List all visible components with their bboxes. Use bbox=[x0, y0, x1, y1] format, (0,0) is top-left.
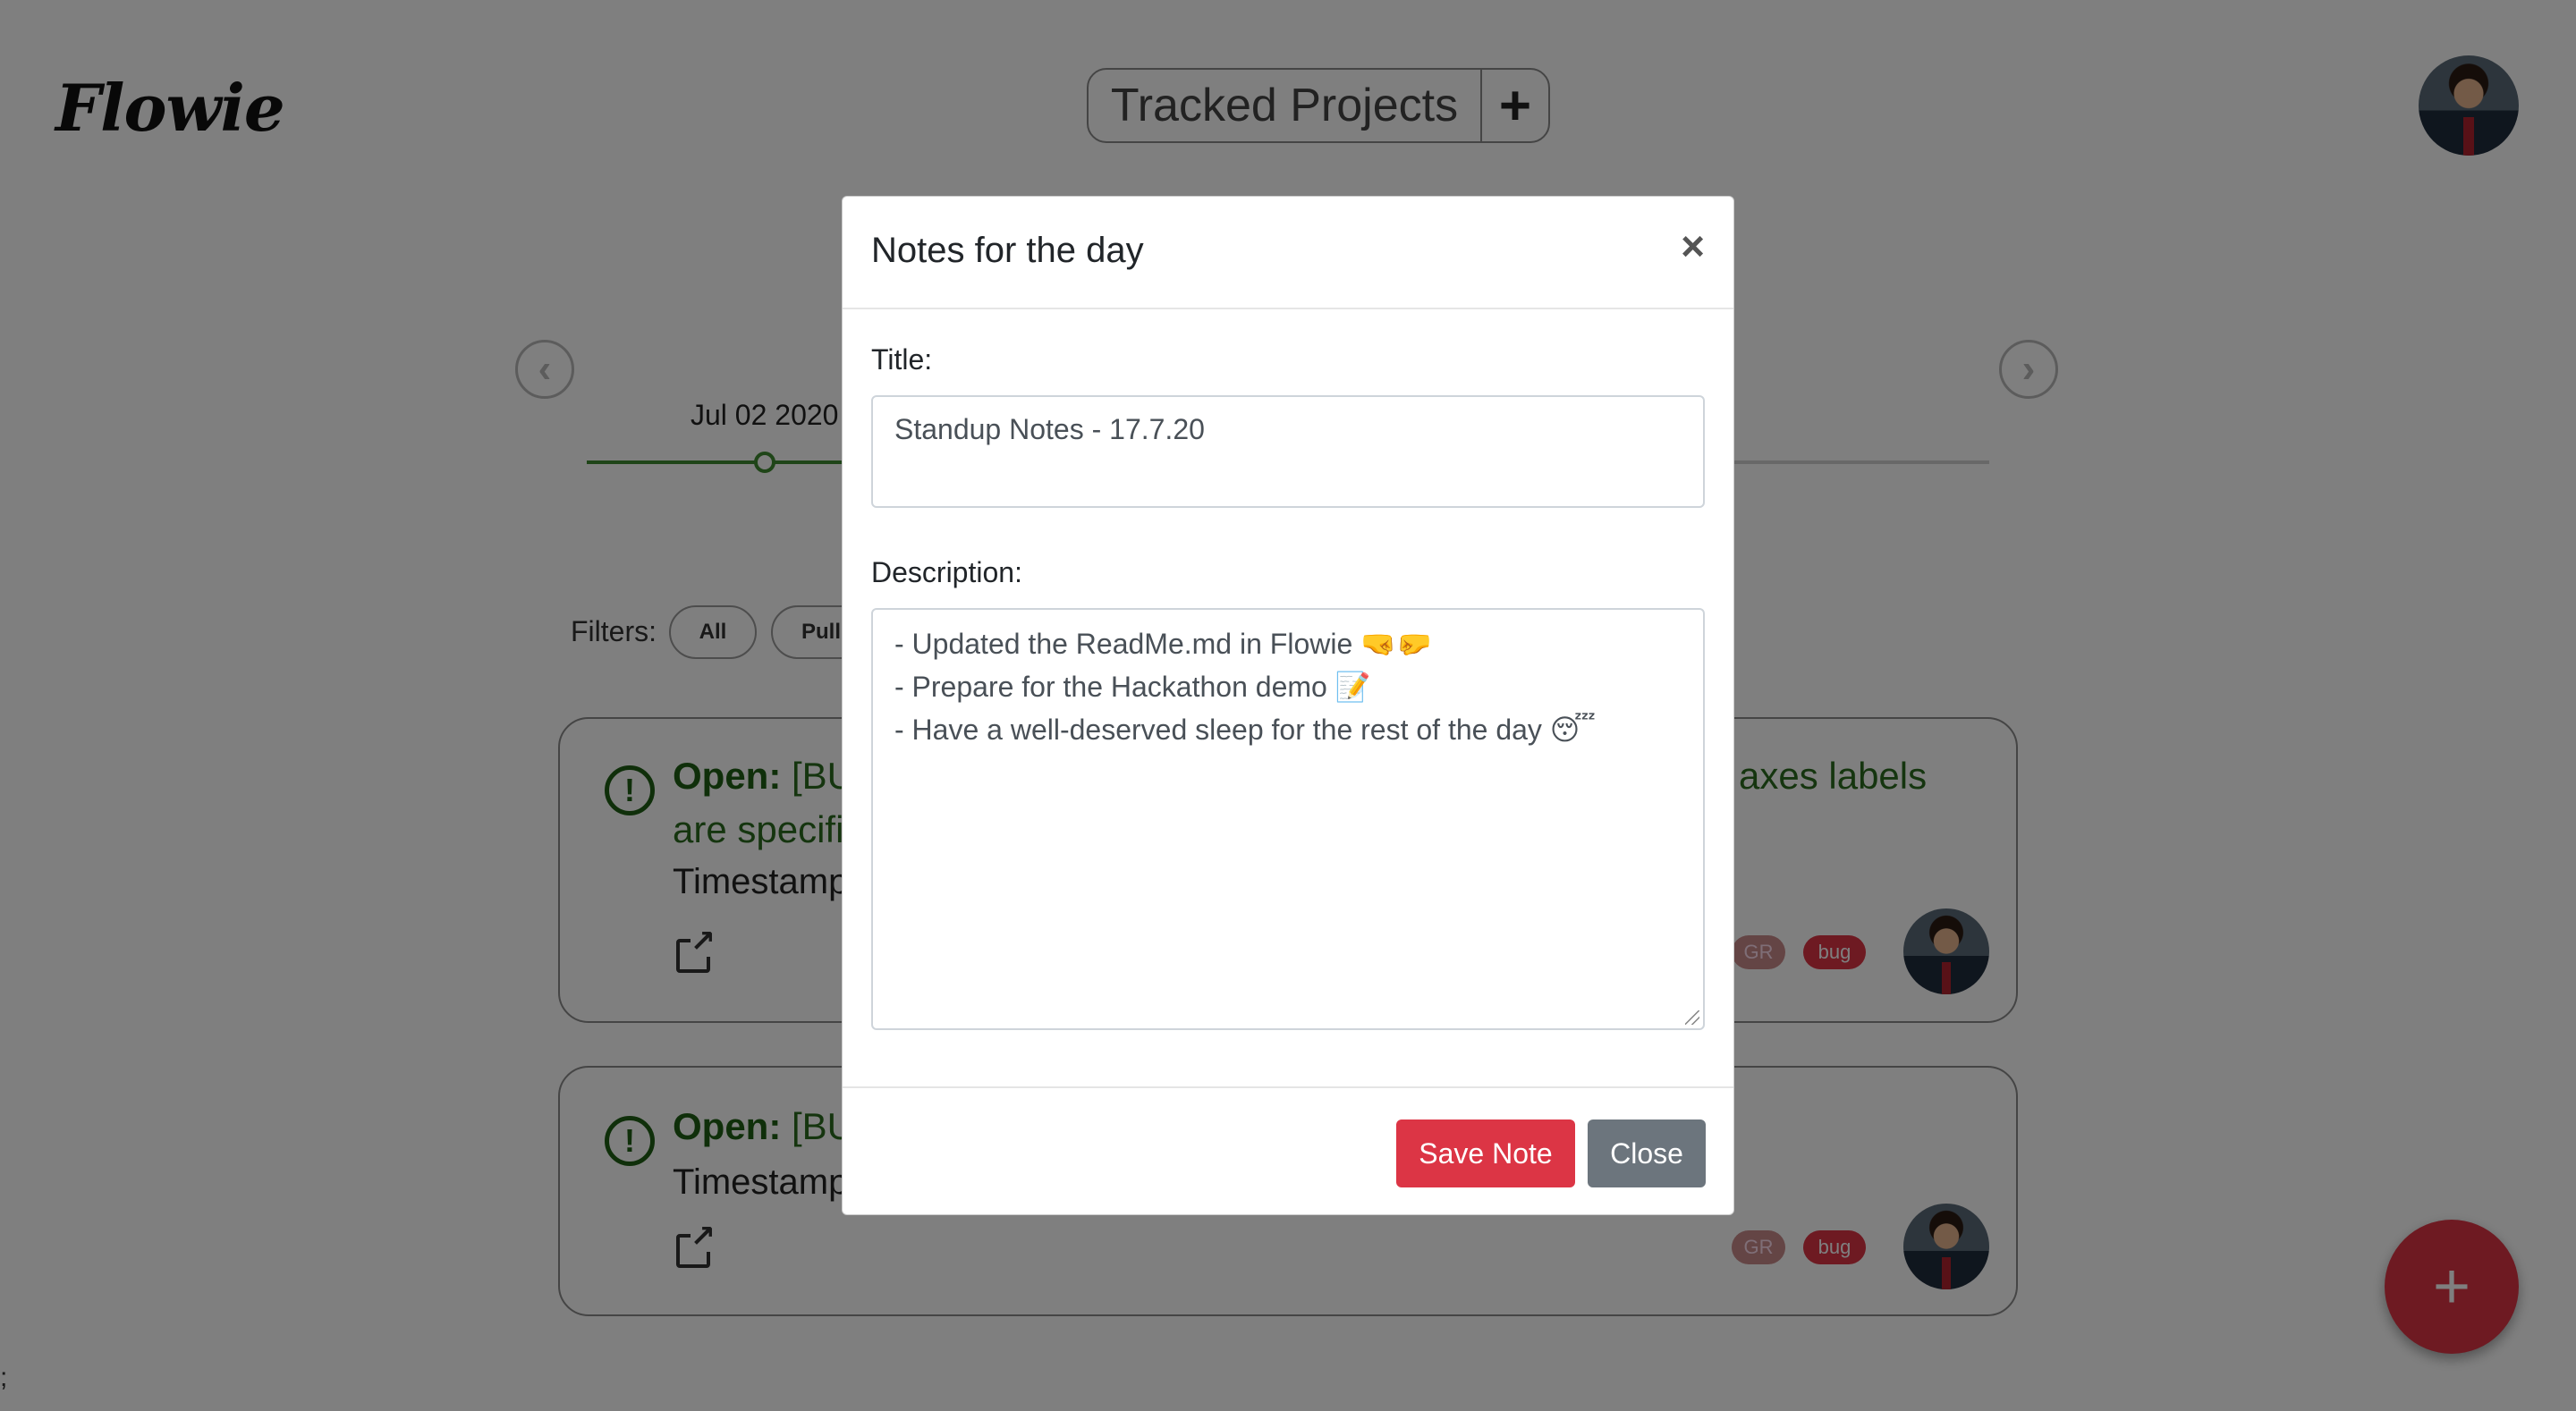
description-line: - Prepare for the Hackathon demo 📝 bbox=[894, 671, 1371, 703]
modal-header: Notes for the day × bbox=[843, 197, 1733, 309]
notes-modal: Notes for the day × Title: Description: … bbox=[842, 196, 1734, 1215]
modal-title: Notes for the day bbox=[871, 231, 1144, 270]
description-line: - Have a well-deserved sleep for the res… bbox=[894, 714, 1597, 746]
note-title-input[interactable] bbox=[871, 395, 1705, 508]
close-button[interactable]: Close bbox=[1588, 1120, 1706, 1187]
note-description-input[interactable]: - Updated the ReadMe.md in Flowie 🤜🤛 - P… bbox=[871, 608, 1705, 1030]
title-label: Title: bbox=[871, 343, 933, 376]
close-icon[interactable]: × bbox=[1681, 224, 1705, 268]
description-line: - Updated the ReadMe.md in Flowie 🤜🤛 bbox=[894, 628, 1432, 660]
save-note-button[interactable]: Save Note bbox=[1396, 1120, 1575, 1187]
modal-footer: Save Note Close bbox=[843, 1086, 1733, 1216]
description-label: Description: bbox=[871, 556, 1022, 588]
resize-handle-icon[interactable] bbox=[1685, 1010, 1699, 1025]
